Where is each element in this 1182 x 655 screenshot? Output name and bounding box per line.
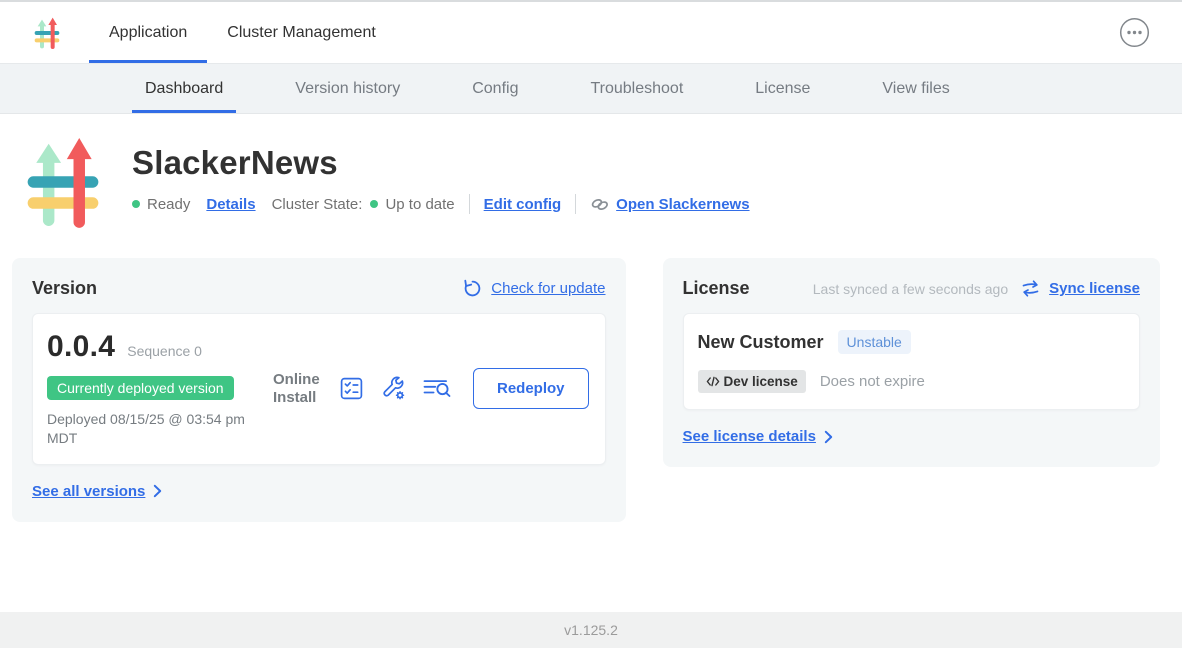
status-divider <box>469 194 470 214</box>
license-details-panel: New Customer Unstable Dev license Does n… <box>683 313 1140 410</box>
chevron-right-icon <box>824 430 833 444</box>
see-license-details-row: See license details <box>683 428 1140 445</box>
status-divider <box>575 194 576 214</box>
app-status-row: Ready Details Cluster State: Up to date … <box>132 194 750 214</box>
tab-config[interactable]: Config <box>459 64 531 113</box>
tab-config-label: Config <box>472 80 518 98</box>
version-card-title: Version <box>32 278 97 299</box>
tab-license[interactable]: License <box>742 64 823 113</box>
ready-status-label: Ready <box>147 196 190 213</box>
tab-view-files[interactable]: View files <box>869 64 962 113</box>
version-card: Version Check for update 0.0.4 Sequence … <box>12 258 626 522</box>
ellipsis-icon <box>1119 17 1150 48</box>
channel-badge: Unstable <box>838 330 911 354</box>
config-wrench-icon[interactable] <box>380 375 407 402</box>
customer-row: New Customer Unstable <box>698 330 1123 354</box>
tab-application[interactable]: Application <box>89 2 207 63</box>
version-info: 0.0.4 Sequence 0 Currently deployed vers… <box>47 330 273 448</box>
logo-yellow-bar <box>35 38 60 42</box>
app-logo-icon <box>32 16 62 50</box>
logo-yellow-bar <box>28 197 99 208</box>
topnav-spacer <box>396 2 1118 63</box>
preflight-checklist-icon[interactable] <box>338 375 365 402</box>
see-all-versions-row: See all versions <box>32 483 606 500</box>
license-card: License Last synced a few seconds ago Sy… <box>663 258 1160 467</box>
tab-version-history[interactable]: Version history <box>282 64 413 113</box>
deployed-status-badge: Currently deployed version <box>47 376 234 400</box>
tab-troubleshoot-label: Troubleshoot <box>590 80 683 98</box>
cluster-state-dot <box>370 200 378 208</box>
more-menu-button[interactable] <box>1118 17 1150 49</box>
top-tabs: Application Cluster Management <box>89 2 396 63</box>
customer-name: New Customer <box>698 332 824 353</box>
sequence-label: Sequence 0 <box>127 343 202 359</box>
chevron-right-icon <box>153 484 162 498</box>
code-icon <box>706 376 720 387</box>
edit-config-link[interactable]: Edit config <box>484 196 562 213</box>
last-synced-label: Last synced a few seconds ago <box>813 281 1008 297</box>
open-app-link[interactable]: Open Slackernews <box>616 196 749 213</box>
logo-teal-bar <box>28 176 99 187</box>
refresh-icon <box>463 279 482 298</box>
dashboard-main: SlackerNews Ready Details Cluster State:… <box>0 114 1182 612</box>
current-version-panel: 0.0.4 Sequence 0 Currently deployed vers… <box>32 313 606 465</box>
cluster-state-label: Cluster State: <box>272 196 363 213</box>
tab-application-label: Application <box>109 24 187 42</box>
license-card-header: License Last synced a few seconds ago Sy… <box>683 278 1140 299</box>
version-number-row: 0.0.4 Sequence 0 <box>47 330 273 364</box>
version-actions: Online Install <box>273 368 589 409</box>
check-for-update-link[interactable]: Check for update <box>491 280 605 297</box>
app-footer: v1.125.2 <box>0 612 1182 648</box>
install-type-label: Online Install <box>273 371 323 407</box>
redeploy-button[interactable]: Redeploy <box>473 368 589 409</box>
tab-cluster-management-label: Cluster Management <box>227 24 376 42</box>
ready-status-dot <box>132 200 140 208</box>
see-license-details-link[interactable]: See license details <box>683 428 816 445</box>
app-logo-large <box>20 134 106 230</box>
tab-troubleshoot[interactable]: Troubleshoot <box>577 64 696 113</box>
license-expiry: Does not expire <box>820 373 925 390</box>
page-title: SlackerNews <box>132 144 750 182</box>
console-version: v1.125.2 <box>564 622 618 638</box>
tab-dashboard-label: Dashboard <box>145 80 223 98</box>
sync-license-link[interactable]: Sync license <box>1049 280 1140 297</box>
license-card-title: License <box>683 278 750 299</box>
sync-arrows-icon <box>1021 280 1040 297</box>
license-type-label: Dev license <box>724 374 798 389</box>
see-all-versions-link[interactable]: See all versions <box>32 483 145 500</box>
tab-cluster-management[interactable]: Cluster Management <box>207 2 396 63</box>
deployed-timestamp: Deployed 08/15/25 @ 03:54 pm MDT <box>47 410 263 448</box>
logo-teal-bar <box>35 31 60 35</box>
dashboard-cards: Version Check for update 0.0.4 Sequence … <box>0 258 1182 522</box>
tab-view-files-label: View files <box>882 80 949 98</box>
license-type-row: Dev license Does not expire <box>698 370 1123 393</box>
top-navigation: Application Cluster Management <box>0 2 1182 64</box>
app-info: SlackerNews Ready Details Cluster State:… <box>132 134 750 230</box>
app-header: SlackerNews Ready Details Cluster State:… <box>0 114 1182 230</box>
details-link[interactable]: Details <box>206 196 255 213</box>
tab-dashboard[interactable]: Dashboard <box>132 64 236 113</box>
app-sub-navigation: Dashboard Version history Config Trouble… <box>0 64 1182 114</box>
cluster-state-value: Up to date <box>385 196 454 213</box>
link-chain-icon <box>590 195 610 214</box>
version-number: 0.0.4 <box>47 330 115 364</box>
license-sync-group: Last synced a few seconds ago Sync licen… <box>813 280 1140 297</box>
view-logs-icon[interactable] <box>422 376 452 401</box>
license-type-badge: Dev license <box>698 370 806 393</box>
check-for-update: Check for update <box>463 279 605 298</box>
tab-version-history-label: Version history <box>295 80 400 98</box>
tab-license-label: License <box>755 80 810 98</box>
version-card-header: Version Check for update <box>32 278 606 299</box>
